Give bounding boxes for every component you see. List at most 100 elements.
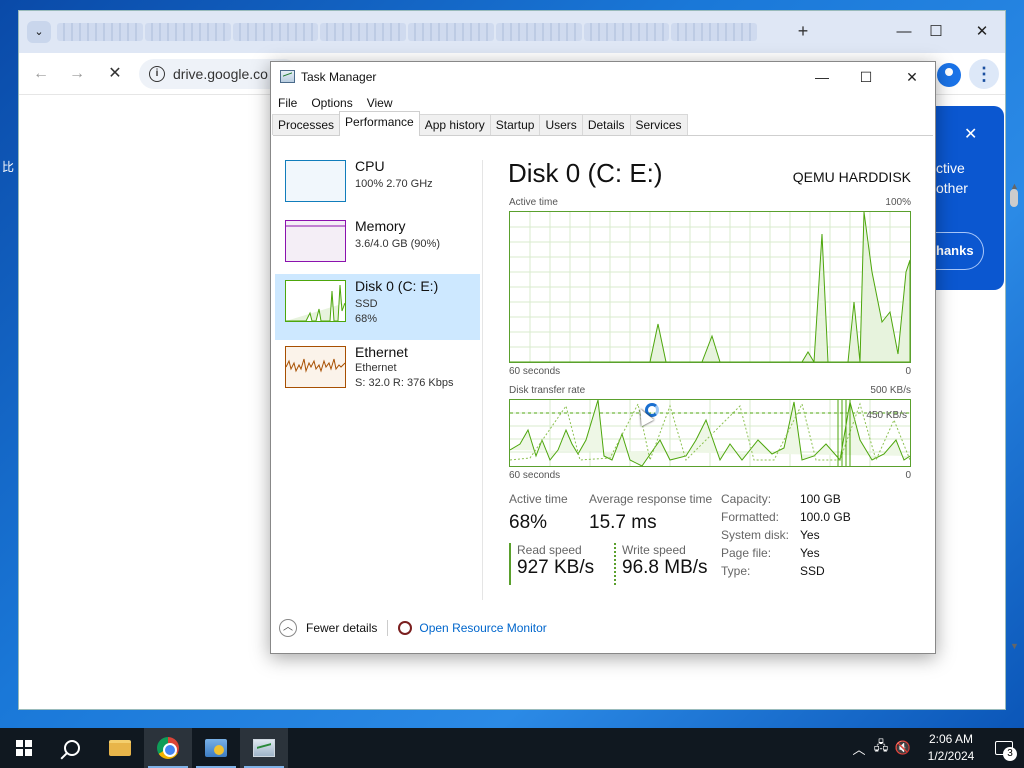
address-bar-url: drive.google.co bbox=[173, 66, 268, 82]
taskbar-task-manager[interactable] bbox=[240, 728, 288, 768]
resource-detail: 100% 2.70 GHz bbox=[355, 178, 433, 190]
browser-tab[interactable] bbox=[495, 23, 582, 41]
active-time-graph-min: 0 bbox=[905, 366, 911, 377]
chrome-maximize-button[interactable]: ☐ bbox=[923, 21, 949, 43]
resource-disk[interactable]: Disk 0 (C: E:) SSD 68% bbox=[275, 274, 480, 340]
clock-date: 1/2/2024 bbox=[927, 749, 975, 763]
property-value: 100.0 GB bbox=[800, 510, 851, 524]
chrome-icon bbox=[157, 737, 179, 759]
transfer-rate-marker: 450 KB/s bbox=[866, 410, 907, 421]
fewer-details-link[interactable]: Fewer details bbox=[306, 621, 377, 635]
browser-tab[interactable] bbox=[57, 23, 143, 41]
desktop-glyph: 比 bbox=[2, 160, 15, 174]
disk-title: Disk 0 (C: E:) bbox=[508, 158, 663, 188]
property-value: SSD bbox=[800, 564, 825, 578]
property-value: Yes bbox=[800, 546, 820, 560]
menu-file[interactable]: File bbox=[278, 96, 297, 110]
write-speed-label: Write speed bbox=[622, 543, 686, 557]
tab-search-button[interactable]: ⌄ bbox=[27, 21, 51, 43]
taskbar-chrome[interactable] bbox=[144, 728, 192, 768]
property-value: Yes bbox=[800, 528, 820, 542]
footer-separator bbox=[387, 620, 389, 636]
volume-muted-icon[interactable]: 🔇 bbox=[892, 740, 914, 756]
browser-tab[interactable] bbox=[408, 23, 494, 41]
resource-detail: SSD bbox=[355, 298, 378, 310]
resource-name: CPU bbox=[355, 158, 385, 174]
tab-bar: Processes Performance App history Startu… bbox=[272, 111, 933, 136]
chrome-close-button[interactable]: ✕ bbox=[969, 21, 995, 43]
clock[interactable]: 2:06 AM 1/2/2024 bbox=[918, 731, 984, 765]
taskbar-file-explorer[interactable] bbox=[96, 728, 144, 768]
menu-options[interactable]: Options bbox=[311, 96, 352, 110]
chrome-minimize-button[interactable]: — bbox=[891, 21, 917, 43]
promo-text-line: other bbox=[936, 180, 968, 196]
close-button[interactable]: ✕ bbox=[897, 66, 927, 88]
property-key: Type: bbox=[721, 564, 751, 578]
property-key: Capacity: bbox=[721, 492, 772, 506]
network-icon[interactable]: 🖧 bbox=[870, 737, 892, 759]
resource-detail: Ethernet bbox=[355, 362, 397, 374]
tab-users[interactable]: Users bbox=[539, 114, 583, 135]
read-speed-box: Read speed 927 KB/s bbox=[509, 543, 594, 585]
taskbar-control-panel[interactable] bbox=[192, 728, 240, 768]
promo-text: ctive other bbox=[936, 158, 968, 198]
resource-ethernet[interactable]: Ethernet Ethernet S: 32.0 R: 376 Kbps bbox=[275, 340, 480, 406]
back-button[interactable]: ← bbox=[29, 63, 53, 85]
promo-text-line: ctive bbox=[936, 160, 965, 176]
browser-tab[interactable] bbox=[583, 23, 670, 41]
promo-close-icon[interactable]: ✕ bbox=[964, 124, 977, 144]
maximize-button[interactable]: ☐ bbox=[851, 66, 881, 88]
start-button[interactable] bbox=[0, 728, 48, 768]
search-button[interactable] bbox=[48, 728, 96, 768]
tab-startup[interactable]: Startup bbox=[489, 114, 541, 135]
search-icon bbox=[64, 740, 80, 756]
browser-tab[interactable] bbox=[232, 23, 319, 41]
tab-services[interactable]: Services bbox=[629, 114, 688, 135]
tab-app-history[interactable]: App history bbox=[418, 114, 491, 135]
transfer-rate-graph-min: 0 bbox=[905, 470, 911, 481]
action-center-button[interactable]: 3 bbox=[984, 728, 1024, 768]
tab-details[interactable]: Details bbox=[581, 114, 631, 135]
profile-icon[interactable] bbox=[937, 63, 961, 87]
forward-button[interactable]: → bbox=[65, 63, 89, 85]
control-panel-icon bbox=[205, 739, 227, 757]
task-manager-window: Task Manager — ☐ ✕ File Options View Pro… bbox=[270, 61, 936, 654]
tab-processes[interactable]: Processes bbox=[272, 114, 341, 135]
resource-memory[interactable]: Memory 3.6/4.0 GB (90%) bbox=[275, 214, 480, 274]
resource-list: CPU 100% 2.70 GHz Memory 3.6/4.0 GB (90%… bbox=[275, 154, 480, 406]
avg-response-value: 15.7 ms bbox=[589, 512, 657, 533]
taskbar: ︿ 🖧 🔇 2:06 AM 1/2/2024 3 bbox=[0, 728, 1024, 768]
resource-detail: 68% bbox=[355, 313, 378, 325]
chrome-menu-button[interactable]: ⋮ bbox=[969, 59, 999, 89]
page-scrollbar[interactable]: ▲ ▼ bbox=[1006, 181, 1024, 651]
minimize-button[interactable]: — bbox=[807, 66, 837, 88]
resource-monitor-icon[interactable] bbox=[398, 621, 413, 635]
folder-icon bbox=[109, 740, 131, 756]
browser-tab[interactable] bbox=[320, 23, 406, 41]
site-info-icon[interactable]: i bbox=[149, 66, 165, 82]
new-tab-button[interactable]: + bbox=[793, 21, 813, 41]
windows-logo-icon bbox=[16, 740, 32, 756]
write-speed-value: 96.8 MB/s bbox=[622, 557, 708, 578]
active-time-graph-max: 100% bbox=[885, 197, 911, 208]
task-manager-titlebar[interactable]: Task Manager — ☐ ✕ bbox=[271, 62, 935, 92]
browser-tab[interactable] bbox=[144, 23, 231, 41]
tab-performance[interactable]: Performance bbox=[339, 111, 420, 136]
property-key: System disk: bbox=[721, 528, 790, 542]
chrome-tab-bar: ⌄ + — ☐ ✕ bbox=[19, 11, 1005, 53]
active-time-label: Active time bbox=[509, 492, 568, 506]
write-speed-box: Write speed 96.8 MB/s bbox=[614, 543, 708, 585]
scroll-down-arrow-icon[interactable]: ▼ bbox=[1010, 641, 1019, 651]
scroll-thumb[interactable] bbox=[1010, 189, 1018, 207]
task-manager-icon bbox=[253, 739, 275, 757]
browser-tab[interactable] bbox=[671, 23, 757, 41]
resource-detail: S: 32.0 R: 376 Kbps bbox=[355, 377, 454, 389]
menu-view[interactable]: View bbox=[367, 96, 393, 110]
resource-cpu[interactable]: CPU 100% 2.70 GHz bbox=[275, 154, 480, 214]
active-time-graph-label: Active time bbox=[509, 197, 558, 208]
chevron-up-icon[interactable]: ︿ bbox=[848, 739, 870, 758]
chevron-up-icon[interactable]: ︿ bbox=[279, 619, 297, 637]
stop-loading-button[interactable]: ✕ bbox=[103, 63, 127, 85]
open-resource-monitor-link[interactable]: Open Resource Monitor bbox=[419, 621, 546, 635]
notification-count-badge: 3 bbox=[1003, 747, 1017, 761]
